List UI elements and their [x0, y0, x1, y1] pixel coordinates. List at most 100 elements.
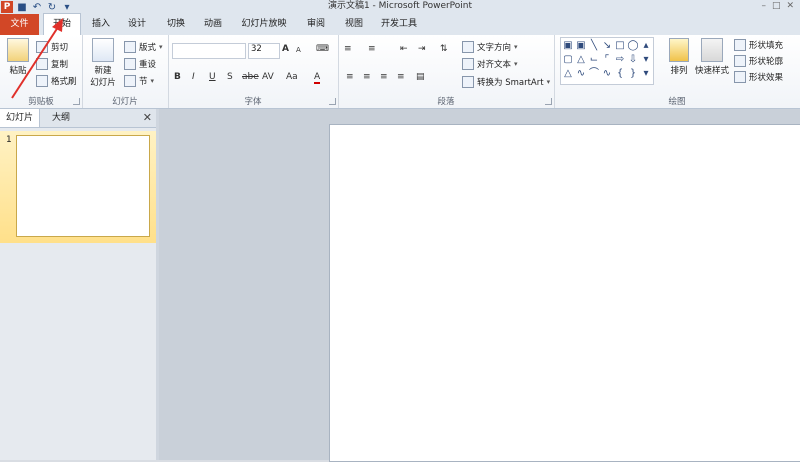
- gallery-down-icon[interactable]: ▾: [640, 53, 652, 66]
- align-text-button[interactable]: 对齐文本 ▾: [462, 58, 518, 70]
- shrink-font-button[interactable]: A: [296, 46, 301, 54]
- char-spacing-button[interactable]: AV: [262, 72, 274, 82]
- change-case-button[interactable]: Aa: [286, 72, 298, 82]
- close-button[interactable]: ✕: [786, 0, 794, 13]
- gallery-scroll-icon[interactable]: ▴: [640, 39, 652, 52]
- ribbon: 粘贴 剪切 复制 格式刷 剪贴板 新建 幻灯片 版式 ▾ 重设 节 ▾ 幻灯片 …: [0, 35, 800, 109]
- font-launcher-icon[interactable]: [329, 98, 336, 105]
- cut-button[interactable]: 剪切: [36, 41, 68, 53]
- section-button[interactable]: 节 ▾: [124, 75, 154, 87]
- gallery-more-icon[interactable]: ▾: [640, 67, 652, 80]
- bullets-icon[interactable]: ≡: [344, 44, 352, 54]
- new-slide-icon: [92, 38, 114, 62]
- paste-button[interactable]: 粘贴: [3, 38, 33, 76]
- minimize-button[interactable]: –: [761, 0, 766, 13]
- current-slide[interactable]: [329, 124, 800, 462]
- textbox-shape-icon[interactable]: ▣: [562, 39, 574, 52]
- text-direction-button[interactable]: 文字方向 ▾: [462, 41, 518, 53]
- format-painter-button[interactable]: 格式刷: [36, 75, 77, 87]
- tab-developer[interactable]: 开发工具: [378, 14, 420, 35]
- text-direction-icon: [462, 41, 474, 53]
- align-text-icon: [462, 58, 474, 70]
- numbering-icon[interactable]: ≡: [368, 44, 376, 54]
- shapes-gallery[interactable]: ▣ ▣ ╲ ↘ □ ◯ ▴ ▢ △ ⌙ ⌜ ⇨ ⇩ ▾ △ ∿ ⌒ ∿ { } …: [560, 37, 654, 85]
- increase-indent-icon[interactable]: ⇥: [418, 44, 426, 54]
- arrow-shape-icon[interactable]: ↘: [601, 39, 613, 52]
- justify-icon[interactable]: ≡: [397, 72, 405, 82]
- layout-icon: [124, 41, 136, 53]
- tab-view[interactable]: 视图: [341, 14, 367, 35]
- clipboard-launcher-icon[interactable]: [73, 98, 80, 105]
- align-left-icon[interactable]: ≡: [346, 72, 354, 82]
- elbow-connector-icon[interactable]: ⌙: [588, 53, 600, 66]
- wave-shape-icon[interactable]: ∿: [601, 67, 613, 80]
- scissors-icon: [36, 41, 48, 53]
- bold-button[interactable]: B: [174, 72, 181, 82]
- tab-outline-panel[interactable]: 大纲: [46, 109, 76, 127]
- strikethrough-button[interactable]: abe: [242, 72, 259, 82]
- paragraph-launcher-icon[interactable]: [545, 98, 552, 105]
- rectangle-shape-icon[interactable]: □: [614, 39, 626, 52]
- tab-insert[interactable]: 插入: [88, 14, 114, 35]
- tab-home[interactable]: 开始: [43, 13, 81, 35]
- left-brace-shape-icon[interactable]: {: [614, 67, 626, 80]
- reset-button[interactable]: 重设: [124, 58, 156, 70]
- down-arrow-shape-icon[interactable]: ⇩: [627, 53, 639, 66]
- close-panel-icon[interactable]: ✕: [143, 109, 152, 127]
- curve-shape-icon[interactable]: ∿: [575, 67, 587, 80]
- tab-animations[interactable]: 动画: [200, 14, 226, 35]
- tab-design[interactable]: 设计: [124, 14, 150, 35]
- tab-slides-panel[interactable]: 幻灯片: [0, 109, 41, 127]
- curved-connector-icon[interactable]: ⌜: [601, 53, 613, 66]
- section-icon: [124, 75, 136, 87]
- group-label-slides: 幻灯片: [112, 97, 138, 107]
- tab-slideshow[interactable]: 幻灯片放映: [238, 14, 290, 35]
- font-name-combo[interactable]: [172, 43, 246, 59]
- freeform-shape-icon[interactable]: △: [562, 67, 574, 80]
- oval-shape-icon[interactable]: ◯: [627, 39, 639, 52]
- layout-button[interactable]: 版式 ▾: [124, 41, 163, 53]
- shape-fill-button[interactable]: 形状填充: [734, 39, 783, 51]
- convert-smartart-button[interactable]: 转换为 SmartArt ▾: [462, 76, 550, 88]
- rounded-rect-shape-icon[interactable]: ▢: [562, 53, 574, 66]
- align-right-icon[interactable]: ≡: [380, 72, 388, 82]
- slide-thumbnail[interactable]: [16, 135, 150, 237]
- line-spacing-icon[interactable]: ⇅: [440, 44, 448, 54]
- maximize-button[interactable]: □: [772, 0, 781, 13]
- copy-button[interactable]: 复制: [36, 58, 68, 70]
- right-brace-shape-icon[interactable]: }: [627, 67, 639, 80]
- copy-icon: [36, 58, 48, 70]
- shape-effects-button[interactable]: 形状效果: [734, 71, 783, 83]
- line-shape-icon[interactable]: ╲: [588, 39, 600, 52]
- shape-outline-button[interactable]: 形状轮廓: [734, 55, 783, 67]
- vertical-textbox-shape-icon[interactable]: ▣: [575, 39, 587, 52]
- tab-transitions[interactable]: 切换: [163, 14, 189, 35]
- window-controls: – □ ✕: [761, 0, 800, 13]
- arrange-button[interactable]: 排列: [666, 38, 692, 76]
- title-bar: P ■ ↶ ↻ ▾ 演示文稿1 - Microsoft PowerPoint –…: [0, 0, 800, 15]
- slide-thumbnail-row[interactable]: 1: [0, 131, 156, 243]
- group-slides: 新建 幻灯片 版式 ▾ 重设 节 ▾ 幻灯片: [82, 35, 169, 108]
- tab-file[interactable]: 文件: [0, 14, 39, 35]
- font-size-combo[interactable]: 32: [248, 43, 280, 59]
- italic-button[interactable]: I: [192, 72, 195, 82]
- align-center-icon[interactable]: ≡: [363, 72, 371, 82]
- ribbon-tabs: 文件 开始 插入 设计 切换 动画 幻灯片放映 审阅 视图 开发工具: [0, 13, 800, 35]
- columns-icon[interactable]: ▤: [416, 72, 425, 82]
- triangle-shape-icon[interactable]: △: [575, 53, 587, 66]
- arc-shape-icon[interactable]: ⌒: [588, 67, 600, 80]
- clear-format-icon[interactable]: ⌨: [316, 44, 329, 54]
- slide-number: 1: [6, 135, 12, 145]
- right-arrow-shape-icon[interactable]: ⇨: [614, 53, 626, 66]
- new-slide-button[interactable]: 新建 幻灯片: [86, 38, 120, 88]
- grow-font-button[interactable]: A: [282, 44, 289, 54]
- font-color-button[interactable]: A: [314, 72, 321, 84]
- tab-review[interactable]: 审阅: [303, 14, 329, 35]
- underline-button[interactable]: U: [209, 72, 216, 82]
- quick-styles-button[interactable]: 快速样式: [694, 38, 730, 76]
- brush-icon: [36, 75, 48, 87]
- slide-editing-area: [159, 109, 800, 462]
- decrease-indent-icon[interactable]: ⇤: [400, 44, 408, 54]
- shadow-button[interactable]: S: [227, 72, 233, 82]
- smartart-icon: [462, 76, 474, 88]
